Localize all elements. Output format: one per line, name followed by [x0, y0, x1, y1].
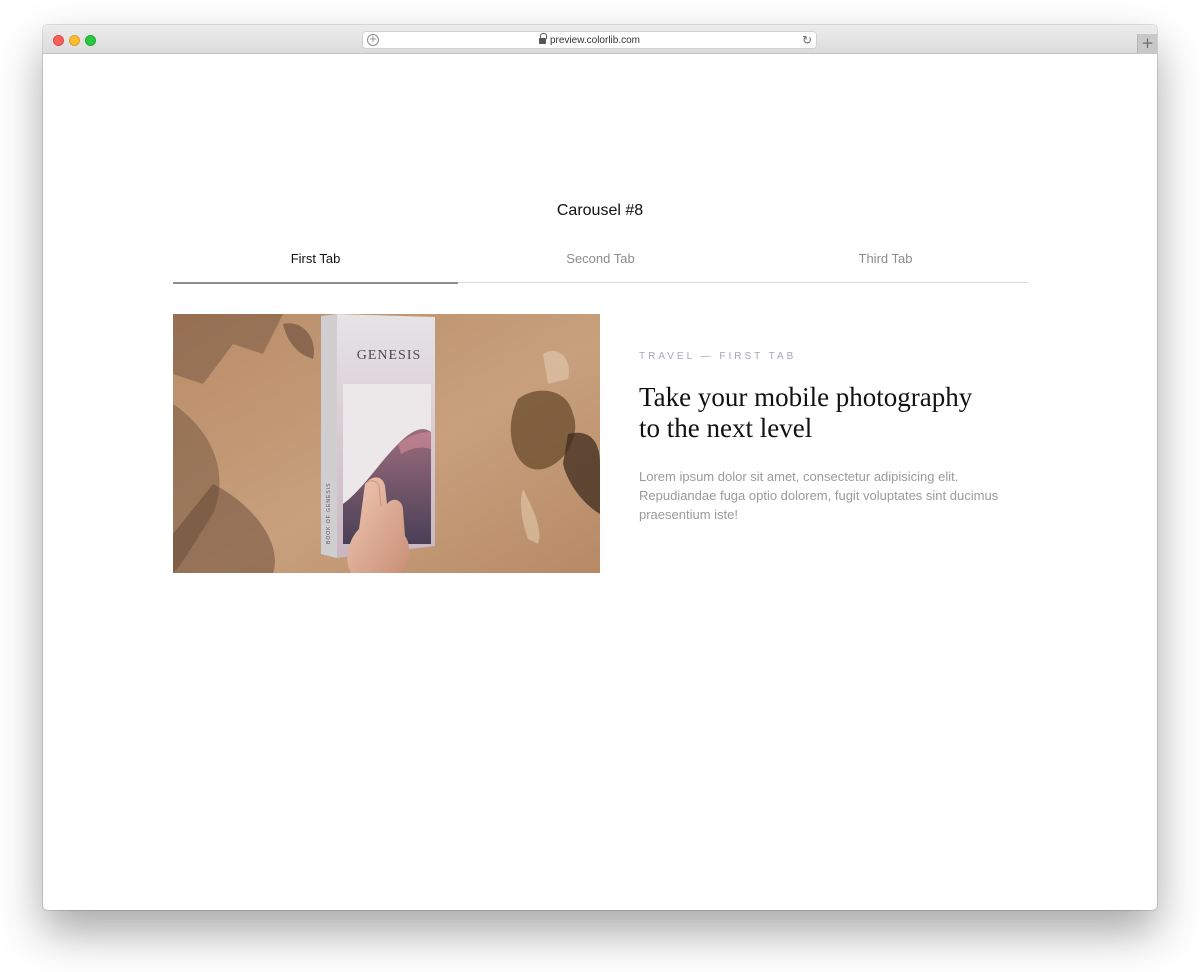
tab-first[interactable]: First Tab — [173, 246, 458, 284]
address-bar[interactable]: + preview.colorlib.com ↻ — [362, 31, 817, 49]
slide-body: Lorem ipsum dolor sit amet, consectetur … — [639, 467, 1019, 524]
maximize-window-button[interactable] — [85, 35, 96, 46]
body-line-2: Repudiandae fuga optio dolorem, fugit vo… — [639, 488, 999, 503]
headline-line-1: Take your mobile photography — [639, 382, 973, 412]
lock-icon — [538, 33, 547, 44]
address-center: preview.colorlib.com — [363, 32, 816, 48]
new-tab-button[interactable]: + — [1137, 34, 1157, 54]
body-line-3: praesentium iste! — [639, 507, 738, 522]
close-window-button[interactable] — [53, 35, 64, 46]
body-line-1: Lorem ipsum dolor sit amet, consectetur … — [639, 469, 959, 484]
slide-eyebrow: TRAVEL — FIRST TAB — [639, 351, 797, 362]
browser-window: + preview.colorlib.com ↻ + Carousel #8 F… — [43, 25, 1157, 910]
book-spine-text: BOOK OF GENESIS — [326, 483, 332, 544]
slide-image: GENESIS BOOK OF GENESIS — [173, 314, 600, 573]
minimize-window-button[interactable] — [69, 35, 80, 46]
slide-text: TRAVEL — FIRST TAB Take your mobile phot… — [639, 351, 1019, 524]
book-title: GENESIS — [357, 348, 422, 363]
book-photo: GENESIS BOOK OF GENESIS — [173, 314, 600, 573]
slide-headline: Take your mobile photography to the next… — [639, 382, 1019, 444]
headline-line-2: to the next level — [639, 413, 813, 443]
page-title: Carousel #8 — [556, 202, 644, 219]
tab-bar: First Tab Second Tab Third Tab — [173, 246, 1028, 284]
page-content: Carousel #8 First Tab Second Tab Third T… — [43, 54, 1157, 910]
tab-second[interactable]: Second Tab — [458, 246, 743, 283]
tab-third[interactable]: Third Tab — [743, 246, 1028, 283]
url-text[interactable]: preview.colorlib.com — [550, 35, 640, 46]
browser-titlebar: + preview.colorlib.com ↻ + — [43, 25, 1157, 54]
reload-icon[interactable]: ↻ — [802, 33, 812, 47]
